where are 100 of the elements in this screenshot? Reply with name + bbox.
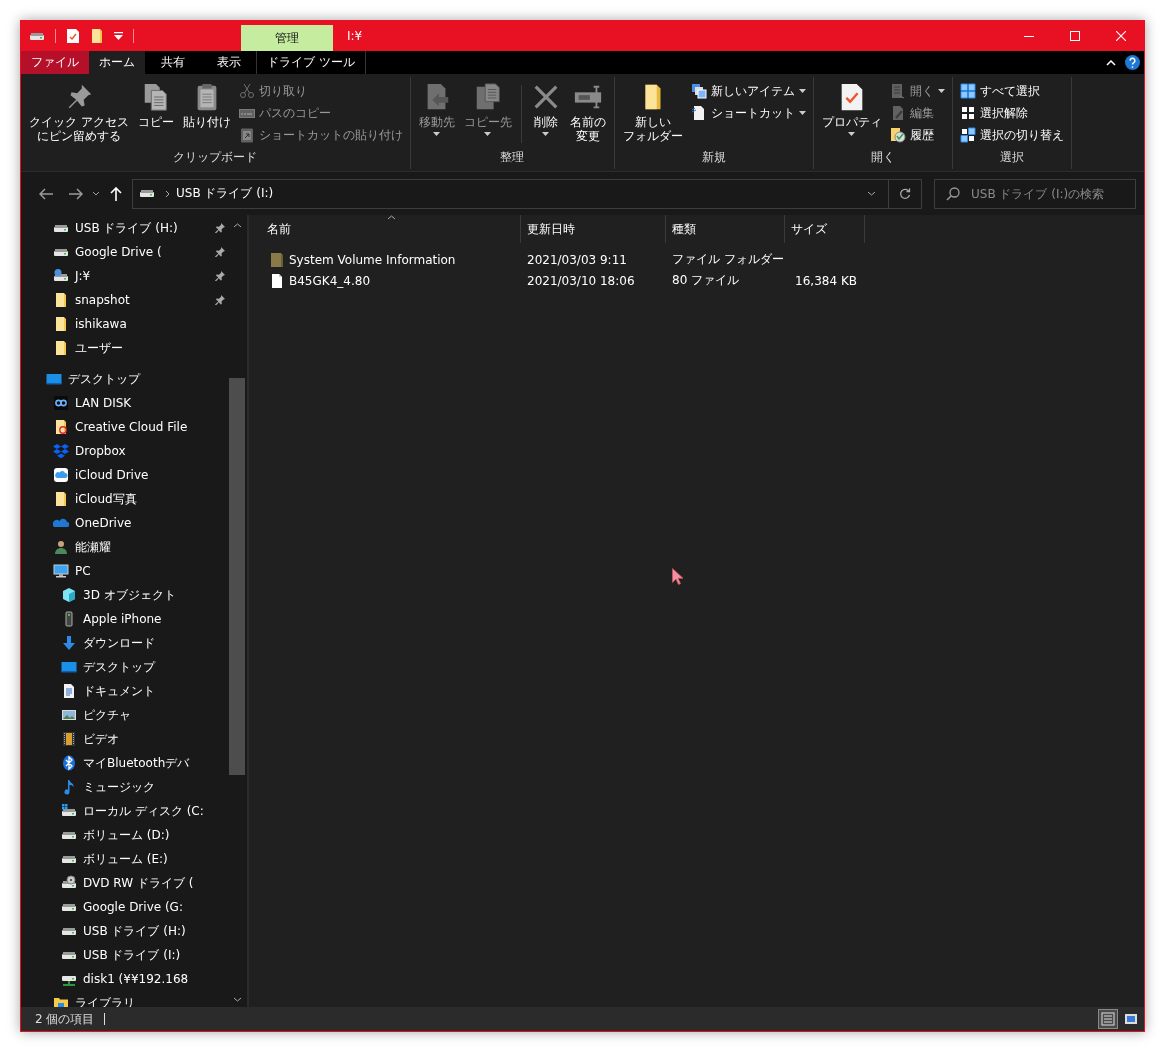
ribbon-button[interactable]: 選択解除 <box>957 102 1066 124</box>
column-header[interactable]: 種類 <box>666 215 785 243</box>
ribbon-button[interactable]: すべて選択 <box>957 80 1066 102</box>
recent-locations-icon[interactable] <box>92 191 100 196</box>
invert-selection-icon <box>959 127 976 143</box>
cloud-app-icon <box>53 467 69 483</box>
sidebar-item[interactable]: ダウンロード <box>21 631 229 655</box>
forward-icon[interactable] <box>69 187 83 200</box>
ribbon-button[interactable]: プロパティ <box>818 77 885 149</box>
back-icon[interactable] <box>39 187 53 200</box>
file-name[interactable]: System Volume Information <box>289 252 456 267</box>
column-header[interactable]: 更新日時 <box>521 215 666 243</box>
drive-icon <box>61 950 77 960</box>
ribbon-button[interactable]: 選択の切り替え <box>957 124 1066 146</box>
sidebar-item[interactable]: ishikawa <box>21 312 229 336</box>
sidebar-item[interactable]: ローカル ディスク (C: <box>21 799 229 823</box>
breadcrumb-segment[interactable]: USB ドライブ (I:) <box>170 185 280 202</box>
ribbon-button[interactable]: 名前の変更 <box>566 77 609 149</box>
sidebar-item[interactable]: disk1 (¥¥192.168 <box>21 967 229 991</box>
monitor-icon <box>53 563 69 579</box>
network-drive-icon <box>53 268 69 284</box>
refresh-icon[interactable] <box>899 187 911 200</box>
up-icon[interactable] <box>110 186 122 201</box>
open-icon <box>889 83 906 99</box>
sidebar-item[interactable]: USB ドライブ (I:) <box>21 943 229 967</box>
sidebar-item[interactable]: USB ドライブ (H:) <box>21 216 229 240</box>
select-all-icon <box>959 83 976 99</box>
address-dropdown-icon[interactable] <box>867 191 876 196</box>
sidebar-item[interactable]: Apple iPhone <box>21 607 229 631</box>
ribbon-button[interactable]: コピー <box>134 77 177 149</box>
sidebar-item[interactable]: J:¥ <box>21 264 229 288</box>
large-icons-view-icon <box>1124 1012 1138 1026</box>
ribbon-tab[interactable]: 表示 <box>201 51 256 74</box>
sidebar-item[interactable]: ドキュメント <box>21 679 229 703</box>
sidebar-item[interactable]: ボリューム (D:) <box>21 823 229 847</box>
bluetooth-icon <box>61 755 77 771</box>
sidebar-item[interactable]: ユーザー <box>21 336 229 360</box>
sidebar-item[interactable]: Dropbox <box>21 439 229 463</box>
new-item-icon <box>690 83 707 99</box>
column-header[interactable]: サイズ <box>785 215 865 243</box>
sidebar-item[interactable]: USB ドライブ (H:) <box>21 919 229 943</box>
sidebar-item[interactable]: ボリューム (E:) <box>21 847 229 871</box>
sidebar-item[interactable]: ピクチャ <box>21 703 229 727</box>
customize-caret-icon[interactable] <box>114 32 123 40</box>
help-icon[interactable] <box>1125 55 1140 70</box>
sidebar-item[interactable]: マイBluetoothデバ <box>21 751 229 775</box>
ribbon-button[interactable]: 新しいフォルダー <box>619 77 686 149</box>
ribbon-button[interactable]: クイック アクセスにピン留めする <box>26 77 132 149</box>
column-header[interactable]: 名前 <box>249 215 521 243</box>
sidebar-item[interactable]: Google Drive ( <box>21 240 229 264</box>
sidebar-item[interactable]: Creative Cloud File <box>21 415 229 439</box>
ribbon-group-label: 開く <box>869 149 896 166</box>
file-type: 80 ファイル <box>672 272 740 289</box>
sidebar-item[interactable]: DVD RW ドライブ ( <box>21 871 229 895</box>
ribbon-tab[interactable]: ホーム <box>89 51 145 74</box>
ribbon-tab[interactable]: 共有 <box>145 51 201 74</box>
chevron-icon[interactable] <box>165 189 170 198</box>
ribbon-button[interactable]: 新しいアイテム <box>688 80 808 102</box>
sidebar-item[interactable]: 3D オブジェクト <box>21 583 229 607</box>
scrollbar-thumb[interactable] <box>229 378 245 775</box>
cloud-folder-icon <box>53 419 69 435</box>
drive-icon <box>61 854 77 864</box>
picture-icon <box>61 707 77 723</box>
ribbon-button[interactable]: 貼り付け <box>179 77 234 149</box>
person-icon <box>53 539 69 555</box>
disc-drive-icon <box>61 875 77 891</box>
sidebar-item[interactable]: デスクトップ <box>21 655 229 679</box>
file-size: 16,384 KB <box>795 273 857 288</box>
ribbon-button[interactable]: 削除 <box>527 77 564 149</box>
sidebar-item[interactable]: デスクトップ <box>21 367 229 391</box>
scroll-up-icon[interactable] <box>232 222 242 228</box>
file-name[interactable]: B45GK4_4.80 <box>289 273 371 288</box>
address-bar[interactable]: USB ドライブ (I:) <box>132 178 922 209</box>
drive-icon <box>61 830 77 840</box>
sidebar-item[interactable]: iCloud Drive <box>21 463 229 487</box>
sidebar-item[interactable]: snapshot <box>21 288 229 312</box>
scroll-down-icon[interactable] <box>232 996 242 1002</box>
file-type: ファイル フォルダー <box>672 251 784 268</box>
collapse-ribbon-icon[interactable] <box>1106 59 1116 66</box>
close-icon[interactable] <box>1116 31 1126 41</box>
sidebar-item[interactable]: Google Drive (G: <box>21 895 229 919</box>
ribbon-group-label: 選択 <box>998 149 1025 166</box>
file-icon <box>270 272 284 289</box>
sidebar-item[interactable]: ミュージック <box>21 775 229 799</box>
diamond-logo-icon <box>53 443 69 459</box>
maximize-icon[interactable] <box>1070 31 1080 41</box>
folder-icon <box>53 316 69 332</box>
nas-icon <box>53 395 69 411</box>
select-none-icon <box>959 105 976 121</box>
sidebar-item[interactable]: LAN DISK <box>21 391 229 415</box>
ribbon-button[interactable]: ショートカット <box>688 102 808 124</box>
ribbon-tab[interactable]: ファイル <box>21 51 89 74</box>
sidebar-item[interactable]: iCloud写真 <box>21 487 229 511</box>
sidebar-item[interactable]: ビデオ <box>21 727 229 751</box>
ribbon-button[interactable]: 履歴 <box>887 124 947 146</box>
film-icon <box>61 731 77 747</box>
sidebar-item[interactable]: PC <box>21 559 229 583</box>
search-field[interactable]: USB ドライブ (I:)の検索 <box>934 178 1136 209</box>
sidebar-item[interactable]: 能瀬耀 <box>21 535 229 559</box>
sidebar-item[interactable]: OneDrive <box>21 511 229 535</box>
